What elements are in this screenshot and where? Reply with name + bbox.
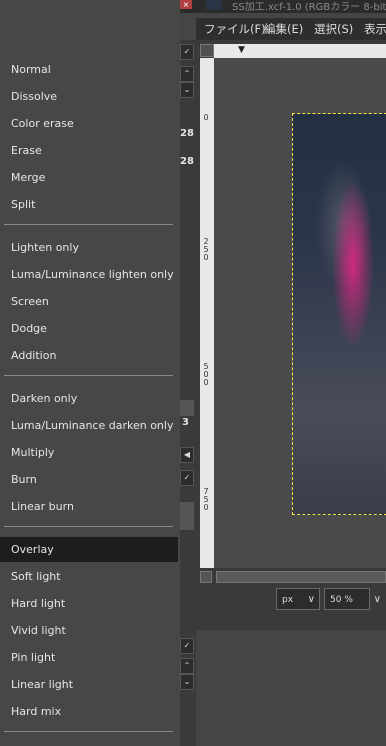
menu-item-dissolve[interactable]: Dissolve xyxy=(0,84,178,109)
menu-item-luma-lighten-only[interactable]: Luma/Luminance lighten only xyxy=(0,262,178,287)
menu-item-soft-light[interactable]: Soft light xyxy=(0,564,178,589)
menu-item-vivid-light[interactable]: Vivid light xyxy=(0,618,178,643)
strip-panel xyxy=(180,502,194,530)
image-canvas[interactable] xyxy=(292,113,386,515)
menu-item-addition[interactable]: Addition xyxy=(0,343,178,368)
check-icon[interactable]: ✓ xyxy=(180,470,194,486)
image-window: × SS加工.xcf-1.0 (RGBカラー 8-bit ✓ ⌃ ⌄ 28 28… xyxy=(180,0,386,746)
menu-item-pin-light[interactable]: Pin light xyxy=(0,645,178,670)
menu-item-screen[interactable]: Screen xyxy=(0,289,178,314)
menu-select[interactable]: 選択(S) xyxy=(314,21,353,37)
menu-item-merge[interactable]: Merge xyxy=(0,165,178,190)
menu-file[interactable]: ファイル(F) xyxy=(204,21,266,37)
dock-strip: ✓ ⌃ ⌄ 28 28 3 ◀ ✓ ✓ ⌃ ⌄ xyxy=(180,40,196,746)
zoom-select[interactable]: 50 % ∨ xyxy=(324,588,381,610)
quick-mask-toggle[interactable] xyxy=(200,44,214,57)
spin-down-icon[interactable]: ⌄ xyxy=(180,674,194,690)
strip-value: 28 xyxy=(180,128,194,139)
unit-select[interactable]: px ∨ xyxy=(276,588,320,610)
strip-digit: 3 xyxy=(182,417,189,428)
menu-item-color-erase[interactable]: Color erase xyxy=(0,111,178,136)
blend-mode-menu: Normal Dissolve Color erase Erase Merge … xyxy=(0,0,180,746)
expand-icon[interactable]: ◀ xyxy=(180,447,194,463)
menu-item-overlay[interactable]: Overlay xyxy=(0,537,178,562)
unit-value: px xyxy=(282,595,294,605)
strip-value: 28 xyxy=(180,156,194,167)
menu-item-multiply[interactable]: Multiply xyxy=(0,440,178,465)
menu-item-hard-mix[interactable]: Hard mix xyxy=(0,699,178,724)
menu-item-darken-only[interactable]: Darken only xyxy=(0,386,178,411)
menu-separator xyxy=(4,731,173,732)
statusbar: px ∨ 50 % ∨ p xyxy=(196,586,386,614)
horizontal-scrollbar[interactable] xyxy=(216,571,386,583)
menu-item-luma-darken-only[interactable]: Luma/Luminance darken only xyxy=(0,413,178,438)
ruler-label: 750 xyxy=(203,487,209,512)
menu-edit[interactable]: 編集(E) xyxy=(264,21,303,37)
menu-item-split[interactable]: Split xyxy=(0,192,178,217)
horizontal-ruler[interactable]: ▼ xyxy=(214,44,386,58)
menubar: ファイル(F) 編集(E) 選択(S) 表示 xyxy=(196,18,386,40)
spin-down-icon[interactable]: ⌄ xyxy=(180,82,194,98)
spin-up-icon[interactable]: ⌃ xyxy=(180,658,194,674)
menu-view[interactable]: 表示 xyxy=(364,21,386,37)
zoom-value: 50 % xyxy=(330,595,353,605)
chevron-down-icon: ∨ xyxy=(307,594,315,605)
ruler-label: 250 xyxy=(203,237,209,262)
canvas-area: ▼ 0 250 500 750 xyxy=(196,40,386,630)
vertical-ruler[interactable]: 0 250 500 750 xyxy=(200,58,214,568)
menu-separator xyxy=(4,375,173,376)
chevron-down-icon: ∨ xyxy=(373,594,381,605)
strip-panel xyxy=(180,400,194,416)
image-thumbnail-icon xyxy=(206,0,222,10)
ruler-arrow-icon: ▼ xyxy=(238,45,245,55)
chevron-down-icon[interactable]: ✓ xyxy=(180,44,194,60)
menu-separator xyxy=(4,526,173,527)
close-icon[interactable]: × xyxy=(180,0,192,9)
window-title: SS加工.xcf-1.0 (RGBカラー 8-bit xyxy=(232,2,386,13)
navigate-button[interactable] xyxy=(200,571,212,583)
menu-item-linear-burn[interactable]: Linear burn xyxy=(0,494,178,519)
menu-item-burn[interactable]: Burn xyxy=(0,467,178,492)
menu-item-normal[interactable]: Normal xyxy=(0,57,178,82)
menu-separator xyxy=(4,224,173,225)
spin-up-icon[interactable]: ⌃ xyxy=(180,66,194,82)
check-icon[interactable]: ✓ xyxy=(180,638,194,654)
menu-item-hard-light[interactable]: Hard light xyxy=(0,591,178,616)
menu-item-linear-light[interactable]: Linear light xyxy=(0,672,178,697)
menu-item-dodge[interactable]: Dodge xyxy=(0,316,178,341)
ruler-label: 0 xyxy=(203,113,209,122)
menu-item-erase[interactable]: Erase xyxy=(0,138,178,163)
window-titlebar: × SS加工.xcf-1.0 (RGBカラー 8-bit xyxy=(180,0,386,13)
ruler-label: 500 xyxy=(203,362,209,387)
menu-item-lighten-only[interactable]: Lighten only xyxy=(0,235,178,260)
